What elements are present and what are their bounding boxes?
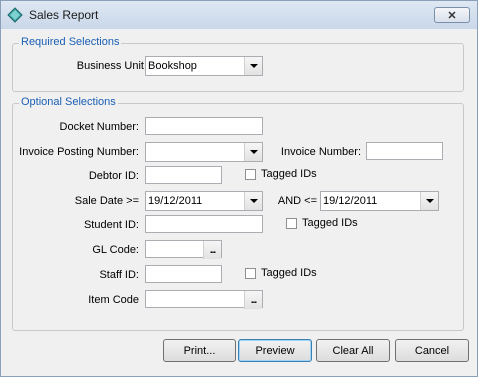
sale-date-from-value: 19/12/2011	[148, 195, 203, 207]
chevron-down-icon[interactable]	[244, 143, 262, 161]
close-icon: ✕	[447, 9, 457, 22]
sales-report-window: Sales Report ✕ Required Selections Busin…	[0, 0, 478, 377]
debtor-tagged-ids-label: Tagged IDs	[261, 168, 317, 180]
student-tagged-ids-checkbox[interactable]	[286, 218, 297, 229]
item-code-label: Item Code	[88, 294, 139, 306]
business-unit-label: Business Unit	[76, 60, 144, 72]
debtor-id-label: Debtor ID:	[88, 170, 139, 182]
staff-tagged-ids-label: Tagged IDs	[261, 267, 317, 279]
optional-selections-legend: Optional Selections	[19, 96, 118, 108]
item-code-browse-button[interactable]: ...	[244, 291, 262, 309]
business-unit-select[interactable]: Bookshop	[145, 56, 263, 76]
student-id-label: Student ID:	[83, 219, 139, 231]
print-button[interactable]: Print...	[163, 339, 236, 362]
sale-date-label: Sale Date >=	[74, 195, 139, 207]
window-title: Sales Report	[29, 8, 99, 22]
debtor-tagged-ids-checkbox[interactable]	[245, 169, 256, 180]
title-bar[interactable]: Sales Report ✕	[1, 1, 477, 29]
business-unit-value: Bookshop	[148, 60, 197, 72]
sale-date-to-value: 19/12/2011	[323, 195, 378, 207]
invoice-number-label: Invoice Number:	[280, 146, 361, 158]
student-tagged-ids-label: Tagged IDs	[302, 217, 358, 229]
chevron-down-icon[interactable]	[244, 192, 262, 210]
app-diamond-icon	[7, 7, 23, 23]
gl-code-browse-button[interactable]: ...	[203, 241, 221, 259]
debtor-id-input[interactable]	[145, 166, 222, 184]
dialog-body: Required Selections Business Unit Booksh…	[8, 29, 470, 369]
and-label: AND <=	[277, 195, 317, 207]
invoice-number-input[interactable]	[366, 142, 443, 160]
required-selections-legend: Required Selections	[19, 36, 122, 48]
clear-all-button[interactable]: Clear All	[316, 339, 390, 362]
sale-date-to-picker[interactable]: 19/12/2011	[320, 191, 439, 211]
chevron-down-icon[interactable]	[420, 192, 438, 210]
student-id-input[interactable]	[145, 215, 263, 233]
preview-button[interactable]: Preview	[238, 339, 312, 362]
staff-id-input[interactable]	[145, 265, 222, 283]
sale-date-from-picker[interactable]: 19/12/2011	[145, 191, 263, 211]
gl-code-input[interactable]: ...	[145, 240, 222, 259]
gl-code-label: GL Code:	[92, 244, 139, 256]
invoice-posting-number-select[interactable]	[145, 142, 263, 162]
invoice-posting-number-label: Invoice Posting Number:	[19, 146, 139, 158]
docket-number-label: Docket Number:	[59, 121, 139, 133]
chevron-down-icon[interactable]	[244, 57, 262, 75]
cancel-button[interactable]: Cancel	[395, 339, 469, 362]
item-code-input[interactable]: ...	[145, 290, 263, 309]
staff-tagged-ids-checkbox[interactable]	[245, 268, 256, 279]
staff-id-label: Staff ID:	[99, 269, 139, 281]
docket-number-input[interactable]	[145, 117, 263, 135]
close-button[interactable]: ✕	[434, 7, 470, 23]
